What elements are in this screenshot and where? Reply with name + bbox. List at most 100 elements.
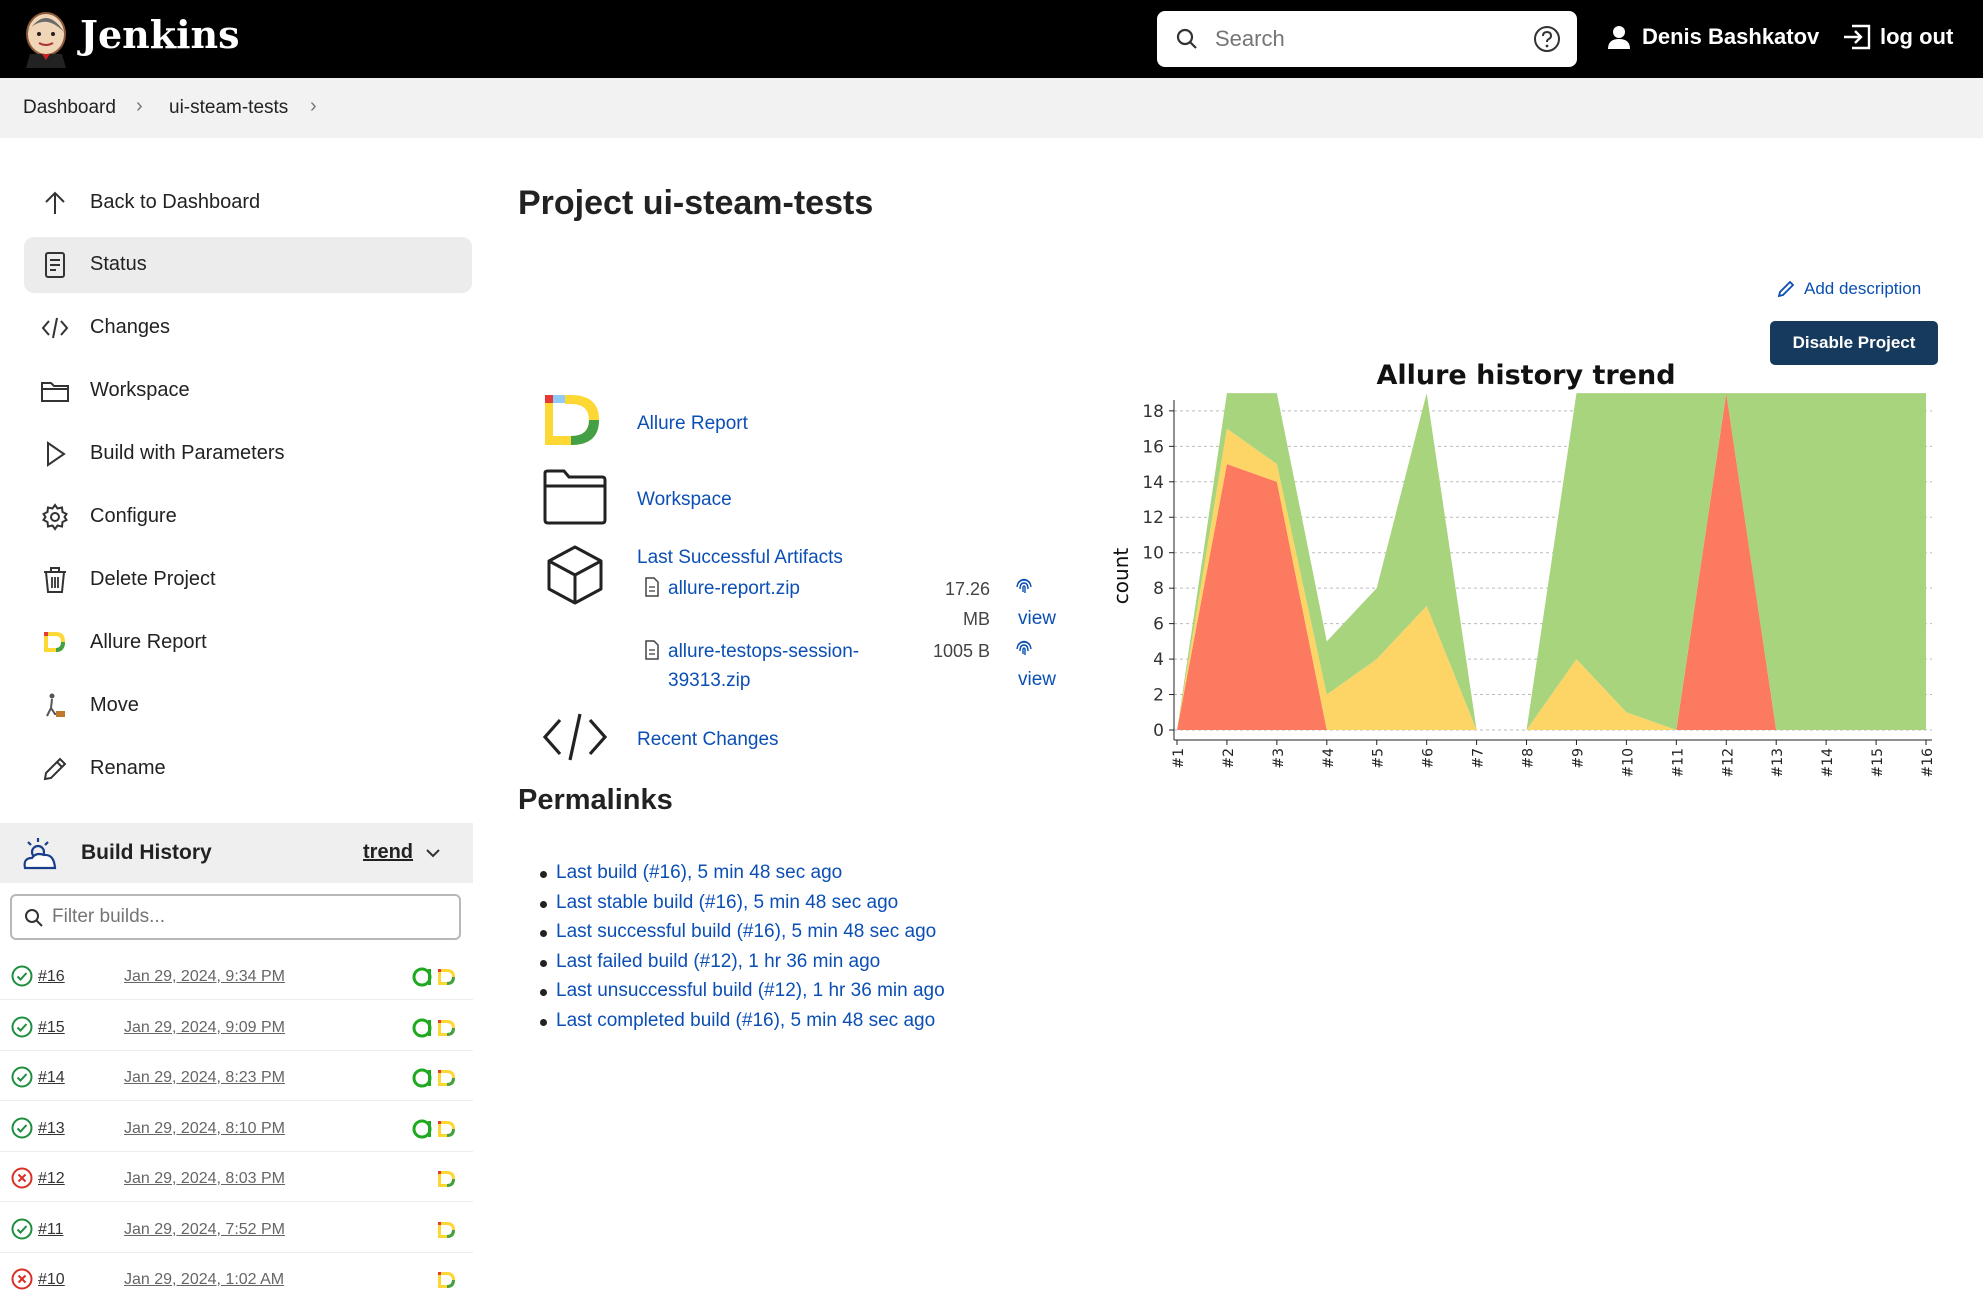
artifact-file-link[interactable]: allure-testops-session- 39313.zip [668, 637, 859, 695]
artifact-view-link[interactable]: view [1018, 669, 1056, 691]
success-icon [11, 965, 33, 987]
last-successful-artifacts-link[interactable]: Last Successful Artifacts [637, 547, 843, 569]
sidebar-item-rename[interactable]: Rename [24, 741, 472, 797]
sidebar-item-status[interactable]: Status [24, 237, 472, 293]
build-date-link[interactable]: Jan 29, 2024, 9:09 PM [124, 1019, 285, 1037]
build-badges[interactable] [412, 1065, 458, 1091]
x-tick-label: #8 [1521, 748, 1537, 769]
artifact-size-unit: MB [963, 609, 990, 629]
build-date-link[interactable]: Jan 29, 2024, 9:34 PM [124, 968, 285, 986]
help-icon[interactable] [1533, 25, 1561, 53]
sidebar-item-build-with-parameters[interactable]: Build with Parameters [24, 426, 472, 482]
breadcrumb-separator-icon[interactable]: › [136, 95, 143, 118]
y-tick-label: 14 [1142, 473, 1164, 493]
build-date-link[interactable]: Jan 29, 2024, 7:52 PM [124, 1221, 285, 1239]
build-badges[interactable] [412, 1267, 458, 1290]
y-tick-label: 18 [1142, 402, 1164, 422]
sidebar-item-changes[interactable]: Changes [24, 300, 472, 356]
testops-icon [412, 1119, 432, 1138]
permalink-link[interactable]: Last successful build (#16), 5 min 48 se… [556, 921, 936, 942]
build-date-link[interactable]: Jan 29, 2024, 1:02 AM [124, 1271, 284, 1289]
breadcrumb-separator-icon[interactable]: › [310, 95, 317, 118]
x-tick-label: #14 [1820, 748, 1836, 778]
logout-button[interactable]: log out [1842, 24, 1953, 50]
y-tick-label: 8 [1153, 579, 1164, 599]
permalink-link[interactable]: Last stable build (#16), 5 min 48 sec ag… [556, 892, 898, 913]
folder-icon[interactable] [542, 469, 608, 525]
sidebar-item-configure[interactable]: Configure [24, 489, 472, 545]
filter-builds-input[interactable] [52, 903, 442, 931]
permalink-link[interactable]: Last failed build (#12), 1 hr 36 min ago [556, 951, 880, 972]
permalink-link[interactable]: Last unsuccessful build (#12), 1 hr 36 m… [556, 980, 945, 1001]
build-number-link[interactable]: #14 [38, 1069, 65, 1087]
build-badges[interactable] [412, 1166, 458, 1192]
chevron-down-icon[interactable] [425, 847, 441, 859]
build-date-link[interactable]: Jan 29, 2024, 8:03 PM [124, 1170, 285, 1188]
search-box[interactable] [1157, 11, 1577, 67]
breadcrumb-project[interactable]: ui-steam-tests [169, 97, 288, 119]
search-input[interactable] [1215, 19, 1515, 59]
permalink-link[interactable]: Last build (#16), 5 min 48 sec ago [556, 862, 842, 883]
build-number-link[interactable]: #11 [38, 1221, 64, 1239]
sidebar-item-workspace[interactable]: Workspace [24, 363, 472, 419]
sidebar-item-back-to-dashboard[interactable]: Back to Dashboard [24, 175, 472, 231]
success-icon [11, 1066, 33, 1088]
jenkins-brand[interactable]: Jenkins [80, 12, 240, 57]
build-badges[interactable] [412, 1015, 458, 1041]
code-icon[interactable] [542, 712, 608, 762]
artifact-view-link[interactable]: view [1018, 608, 1056, 630]
build-badges[interactable] [412, 1116, 458, 1142]
sidebar-item-move[interactable]: Move [24, 678, 472, 734]
user-name: Denis Bashkatov [1642, 24, 1820, 49]
permalink-item: Last build (#16), 5 min 48 sec ago [540, 862, 945, 892]
build-date-link[interactable]: Jan 29, 2024, 8:10 PM [124, 1120, 285, 1138]
breadcrumb-dashboard[interactable]: Dashboard [23, 97, 116, 119]
filter-builds-box[interactable] [10, 894, 461, 940]
x-tick-label: #11 [1670, 748, 1686, 778]
build-history-header: Build History trend [0, 823, 473, 883]
artifact-name-continued: 39313.zip [668, 670, 751, 691]
x-tick-label: #15 [1870, 748, 1886, 778]
file-icon [645, 577, 659, 597]
trend-link[interactable]: trend [363, 841, 413, 864]
sidebar-item-allure-report[interactable]: Allure Report [24, 615, 472, 671]
y-tick-label: 0 [1153, 721, 1164, 741]
build-number-link[interactable]: #10 [38, 1271, 65, 1289]
allure-icon [438, 1019, 455, 1036]
build-number-link[interactable]: #16 [38, 968, 65, 986]
build-badges[interactable] [412, 1217, 458, 1243]
disable-project-button[interactable]: Disable Project [1770, 321, 1938, 365]
permalink-item: Last unsuccessful build (#12), 1 hr 36 m… [540, 980, 945, 1010]
user-menu[interactable]: Denis Bashkatov [1606, 24, 1819, 50]
package-icon[interactable] [544, 544, 606, 606]
build-row[interactable]: #16 Jan 29, 2024, 9:34 PM [0, 950, 473, 1000]
build-row[interactable]: #15 Jan 29, 2024, 9:09 PM [0, 1001, 473, 1051]
logout-label: log out [1880, 24, 1954, 49]
workspace-link[interactable]: Workspace [637, 489, 732, 511]
fingerprint-icon[interactable] [1014, 575, 1034, 597]
build-row[interactable]: #13 Jan 29, 2024, 8:10 PM [0, 1102, 473, 1152]
x-tick-label: #3 [1271, 748, 1287, 769]
allure-history-trend-chart[interactable]: Allure history trend count 0 2 4 6 8 10 12 14 16… [1100, 360, 1940, 800]
artifact-size-value: 1005 B [932, 641, 990, 661]
add-description-link[interactable]: Add description [1776, 279, 1921, 299]
artifact-file-link[interactable]: allure-report.zip [668, 574, 800, 603]
sidebar-item-label: Allure Report [90, 631, 207, 653]
build-row[interactable]: #12 Jan 29, 2024, 8:03 PM [0, 1152, 473, 1202]
build-row[interactable]: #10 Jan 29, 2024, 1:02 AM [0, 1253, 473, 1290]
build-row[interactable]: #11 Jan 29, 2024, 7:52 PM [0, 1203, 473, 1253]
build-number-link[interactable]: #12 [38, 1170, 65, 1188]
allure-logo-icon[interactable] [543, 393, 605, 453]
fingerprint-icon[interactable] [1014, 637, 1034, 659]
build-badges[interactable] [412, 964, 458, 990]
build-number-link[interactable]: #15 [38, 1019, 65, 1037]
jenkins-logo[interactable] [22, 10, 70, 68]
build-row[interactable]: #14 Jan 29, 2024, 8:23 PM [0, 1051, 473, 1101]
recent-changes-link[interactable]: Recent Changes [637, 729, 779, 751]
allure-report-link[interactable]: Allure Report [637, 413, 748, 435]
sidebar-item-delete-project[interactable]: Delete Project [24, 552, 472, 608]
build-number-link[interactable]: #13 [38, 1120, 65, 1138]
build-date-link[interactable]: Jan 29, 2024, 8:23 PM [124, 1069, 285, 1087]
permalink-link[interactable]: Last completed build (#16), 5 min 48 sec… [556, 1010, 935, 1031]
failure-icon [11, 1167, 33, 1189]
